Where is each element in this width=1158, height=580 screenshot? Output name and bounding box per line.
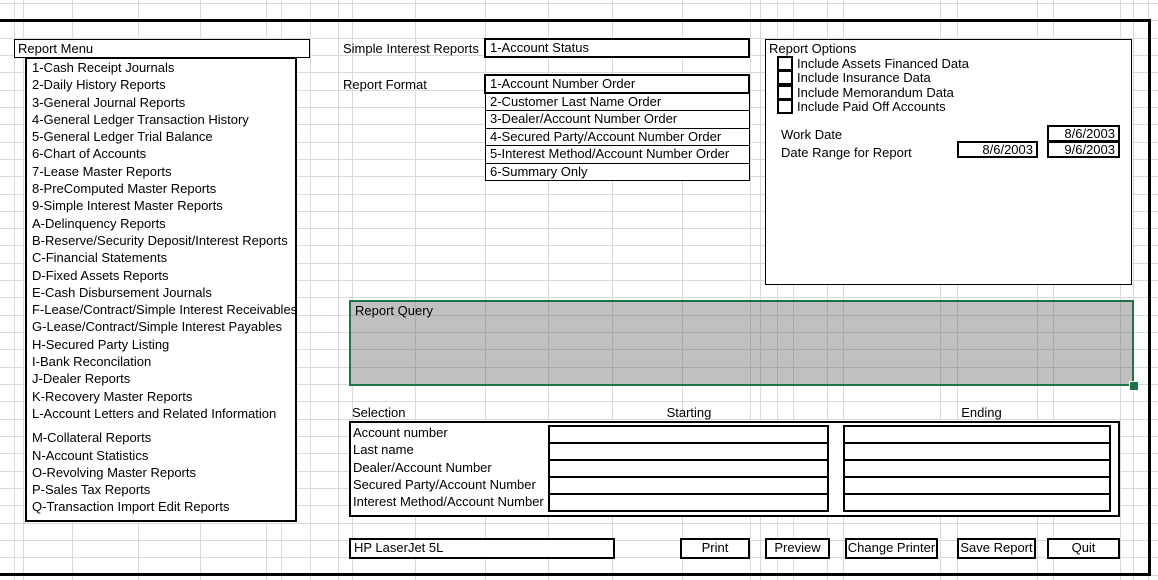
report-menu-item[interactable]: J-Dealer Reports [27,370,295,387]
work-date-label: Work Date [781,127,842,142]
report-format-option[interactable]: 2-Customer Last Name Order [486,94,749,111]
report-format-option[interactable]: 4-Secured Party/Account Number Order [486,129,749,146]
report-menu-item[interactable]: N-Account Statistics [27,447,295,464]
report-menu-header: Report Menu [14,39,310,58]
report-menu-item[interactable]: 2-Daily History Reports [27,76,295,93]
query-gridline [351,332,1132,333]
gridline [310,0,311,580]
printer-name-value: HP LaserJet 5L [354,540,443,555]
report-menu-item[interactable]: D-Fixed Assets Reports [27,267,295,284]
report-type-selected-value: 1-Account Status [490,40,589,55]
checkbox[interactable] [777,99,793,114]
date-range-start-field[interactable]: 8/6/2003 [957,141,1038,158]
report-query-title: Report Query [351,302,1132,318]
report-format-selected-value: 1-Account Number Order [490,76,635,91]
gridline [14,0,15,580]
selection-row-label: Last name [353,441,414,458]
report-menu-item[interactable]: B-Reserve/Security Deposit/Interest Repo… [27,232,295,249]
query-gridline [351,367,1132,368]
frame-bottom-border [0,573,1151,576]
report-menu-item[interactable]: F-Lease/Contract/Simple Interest Receiva… [27,301,295,318]
report-menu-item[interactable]: 5-General Ledger Trial Balance [27,128,295,145]
report-type-selected-box[interactable]: 1-Account Status [484,38,750,58]
report-menu-title: Report Menu [18,41,93,56]
checkbox[interactable] [777,56,793,71]
report-format-option[interactable]: 3-Dealer/Account Number Order [486,111,749,128]
gridline [338,0,339,580]
report-menu-item[interactable]: E-Cash Disbursement Journals [27,284,295,301]
selection-row-label: Interest Method/Account Number [353,493,544,510]
ending-entry-boxes [843,425,1111,512]
save-report-button[interactable]: Save Report [957,538,1036,559]
report-format-label: Report Format [343,77,427,92]
checkbox-label: Include Insurance Data [797,71,931,85]
report-query-region[interactable]: Report Query [349,300,1134,386]
query-gridline [351,349,1132,350]
report-menu-item[interactable]: 3-General Journal Reports [27,94,295,111]
gridline [0,3,1158,4]
report-menu-item[interactable]: A-Delinquency Reports [27,215,295,232]
report-format-selected-box[interactable]: 1-Account Number Order [484,74,750,94]
selection-fill-handle[interactable] [1129,381,1139,391]
report-menu-list[interactable]: 1-Cash Receipt Journals2-Daily History R… [25,57,297,522]
quit-button[interactable]: Quit [1047,538,1120,559]
starting-input[interactable] [548,493,829,512]
report-menu-item[interactable]: I-Bank Reconcilation [27,353,295,370]
report-format-options-list: 2-Customer Last Name Order3-Dealer/Accou… [485,93,750,181]
selection-row-label: Account number [353,424,448,441]
starting-entry-boxes [548,425,829,512]
report-menu-item[interactable]: K-Recovery Master Reports [27,388,295,405]
change-printer-button[interactable]: Change Printer [845,538,938,559]
report-menu-item[interactable]: 6-Chart of Accounts [27,145,295,162]
report-menu-item[interactable]: H-Secured Party Listing [27,336,295,353]
preview-button[interactable]: Preview [765,538,830,559]
work-date-value: 8/6/2003 [1064,126,1115,141]
date-range-end-field[interactable]: 9/6/2003 [1047,141,1120,158]
print-button[interactable]: Print [680,538,750,559]
printer-name-field[interactable]: HP LaserJet 5L [349,538,615,559]
ending-input[interactable] [843,493,1111,512]
report-menu-item[interactable]: O-Revolving Master Reports [27,464,295,481]
checkbox[interactable] [777,70,793,85]
report-options-title: Report Options [769,41,856,56]
date-range-end-value: 9/6/2003 [1064,142,1115,157]
report-format-option[interactable]: 6-Summary Only [486,164,749,180]
date-range-label: Date Range for Report [781,145,912,160]
report-menu-item[interactable]: 8-PreComputed Master Reports [27,180,295,197]
report-menu-item[interactable]: M-Collateral Reports [27,429,295,446]
selection-row-label: Dealer/Account Number [353,459,492,476]
report-menu-spacer [27,422,295,429]
checkbox[interactable] [777,85,793,100]
report-menu-item[interactable]: 1-Cash Receipt Journals [27,59,295,76]
report-menu-item[interactable]: 7-Lease Master Reports [27,163,295,180]
report-menu-item[interactable]: 9-Simple Interest Master Reports [27,197,295,214]
checkbox-label: Include Paid Off Accounts [797,100,946,114]
date-range-start-value: 8/6/2003 [982,142,1033,157]
gridline [1133,0,1134,580]
report-menu-item[interactable]: C-Financial Statements [27,249,295,266]
selection-column-header: Selection [352,404,472,421]
spreadsheet-report-form: { "report_menu": { "title": "Report Menu… [0,0,1158,580]
ending-column-header: Ending [843,404,1120,421]
report-type-label: Simple Interest Reports [343,41,479,56]
checkbox-label: Include Assets Financed Data [797,57,969,71]
checkbox-label: Include Memorandum Data [797,86,954,100]
gridline [0,523,1158,524]
frame-top-border [0,19,1151,22]
report-menu-item[interactable]: G-Lease/Contract/Simple Interest Payable… [27,318,295,335]
work-date-field[interactable]: 8/6/2003 [1047,125,1120,142]
frame-right-border [1148,19,1151,576]
report-menu-item[interactable]: Q-Transaction Import Edit Reports [27,498,295,515]
gridline [23,0,24,580]
report-format-option[interactable]: 5-Interest Method/Account Number Order [486,146,749,163]
starting-column-header: Starting [548,404,830,421]
report-menu-item[interactable]: P-Sales Tax Reports [27,481,295,498]
selection-row-label: Secured Party/Account Number [353,476,536,493]
report-menu-item[interactable]: L-Account Letters and Related Informatio… [27,405,295,422]
report-menu-item[interactable]: 4-General Ledger Transaction History [27,111,295,128]
